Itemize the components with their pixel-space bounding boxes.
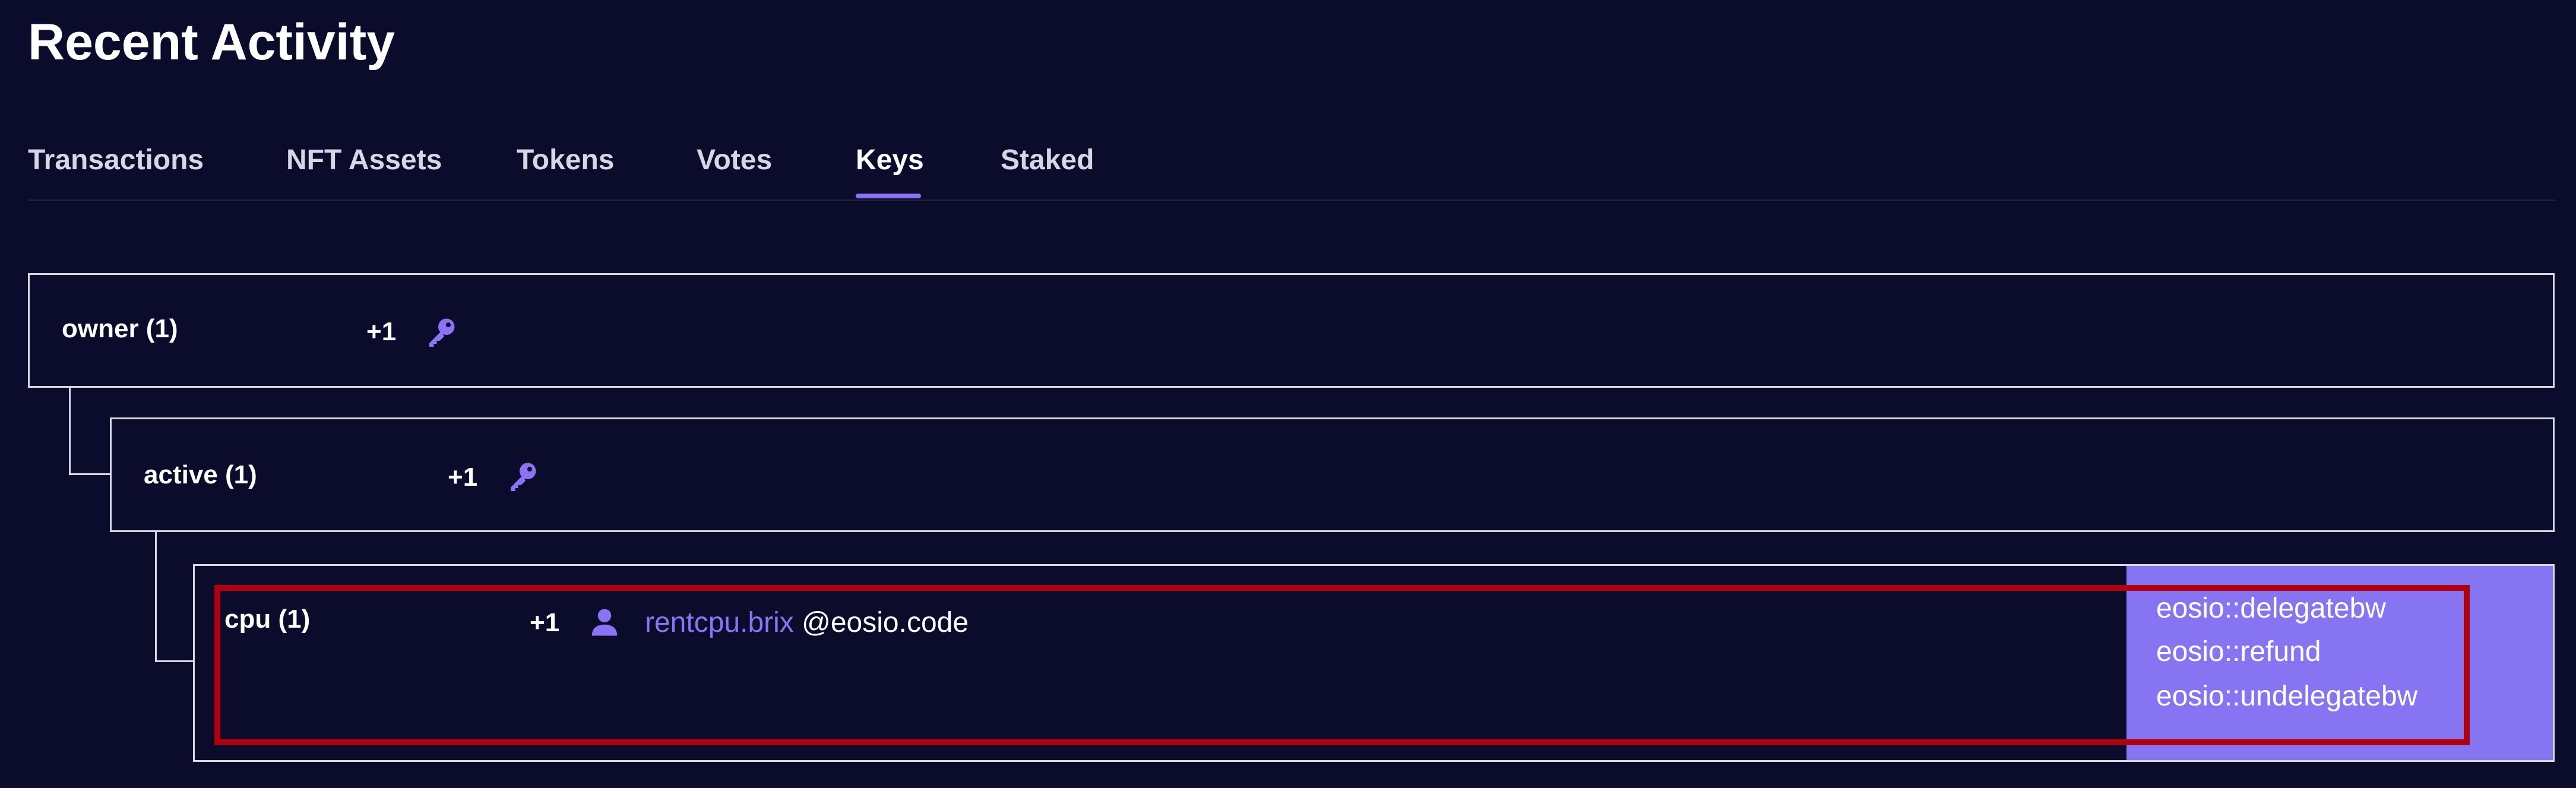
linked-action: eosio::refund [2156,636,2321,667]
tab-transactions[interactable]: Transactions [28,143,204,178]
permission-row-cpu: cpu (1) +1 rentcpu.brix @eosio.code eosi… [193,564,2555,762]
permission-weight: +1 [448,463,478,492]
tree-connector-active-cpu [155,530,157,662]
permission-weight: +1 [366,317,397,346]
tab-tokens[interactable]: Tokens [517,143,614,178]
permission-name: owner (1) [62,314,178,343]
account-link[interactable]: rentcpu.brix [645,607,794,638]
tabs-divider [28,200,2555,201]
permission-row-active: active (1) +1 [110,417,2555,532]
user-icon [591,609,618,636]
linked-actions-panel: eosio::delegatebw eosio::refund eosio::u… [2126,566,2553,760]
tab-nft-assets[interactable]: NFT Assets [286,143,442,178]
page-title: Recent Activity [28,14,395,71]
tab-keys[interactable]: Keys [856,143,924,178]
tree-connector-owner-active [69,386,71,475]
linked-action: eosio::undelegatebw [2156,681,2418,712]
tab-votes[interactable]: Votes [697,143,772,178]
permission-name: cpu (1) [224,605,311,634]
permission-row-owner: owner (1) +1 [28,273,2555,388]
permission-name: active (1) [144,460,257,489]
permission-weight: +1 [530,608,560,637]
tree-connector-active-cpu [155,660,195,662]
linked-action: eosio::delegatebw [2156,593,2386,624]
key-icon[interactable] [423,314,459,350]
active-tab-indicator [856,194,921,198]
tab-staked[interactable]: Staked [1001,143,1094,178]
tree-connector-owner-active [69,473,112,475]
permission-account: rentcpu.brix @eosio.code [645,605,969,641]
account-permission: @eosio.code [802,607,969,638]
key-icon[interactable] [505,458,540,494]
